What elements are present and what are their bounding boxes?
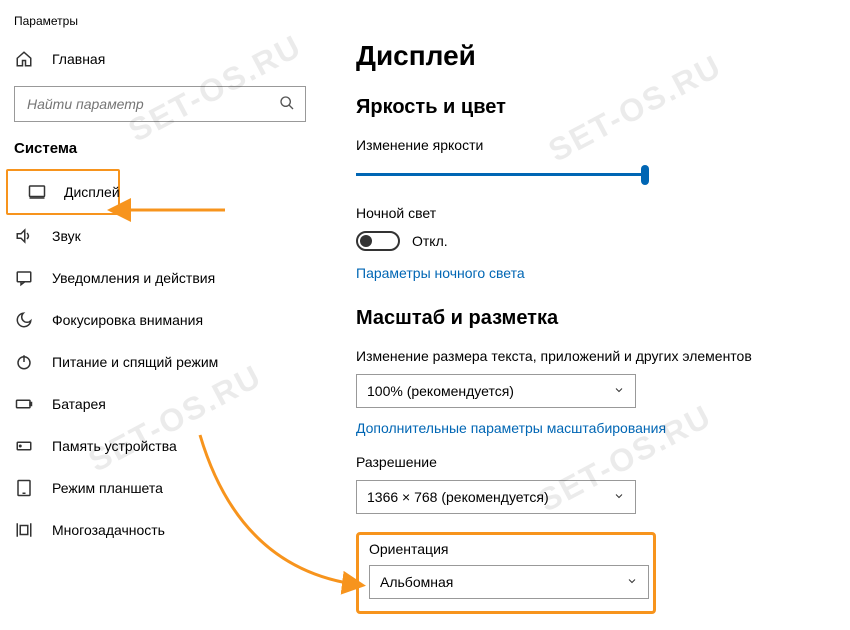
advanced-scaling-link[interactable]: Дополнительные параметры масштабирования xyxy=(356,420,666,436)
nav-home[interactable]: Главная xyxy=(0,38,320,80)
page-title: Дисплей xyxy=(356,40,820,72)
sidebar-item-sound[interactable]: Звук xyxy=(0,215,320,257)
sidebar: Параметры Главная Система Дисплей xyxy=(0,0,320,630)
sidebar-item-multitask[interactable]: Многозадачность xyxy=(0,509,320,551)
focus-icon xyxy=(14,310,34,330)
chevron-down-icon xyxy=(613,383,625,399)
search-input[interactable] xyxy=(25,95,279,113)
highlight-display: Дисплей xyxy=(6,169,120,215)
orientation-value: Альбомная xyxy=(380,574,453,590)
resolution-select[interactable]: 1366 × 768 (рекомендуется) xyxy=(356,480,636,514)
main-panel: Дисплей Яркость и цвет Изменение яркости… xyxy=(320,0,850,630)
sidebar-item-power[interactable]: Питание и спящий режим xyxy=(0,341,320,383)
tablet-icon xyxy=(14,478,34,498)
nav-home-label: Главная xyxy=(52,51,105,67)
sidebar-item-label: Многозадачность xyxy=(52,522,165,538)
sound-icon xyxy=(14,226,34,246)
scale-size-select[interactable]: 100% (рекомендуется) xyxy=(356,374,636,408)
window-title: Параметры xyxy=(0,8,320,38)
slider-track xyxy=(356,173,646,176)
sidebar-item-notifications[interactable]: Уведомления и действия xyxy=(0,257,320,299)
brightness-heading: Яркость и цвет xyxy=(356,96,820,119)
sidebar-item-focus[interactable]: Фокусировка внимания xyxy=(0,299,320,341)
search-icon xyxy=(279,95,295,114)
scale-heading: Масштаб и разметка xyxy=(356,307,820,330)
power-icon xyxy=(14,352,34,372)
orientation-highlight: Ориентация Альбомная xyxy=(356,532,656,614)
battery-icon xyxy=(14,394,34,414)
chevron-down-icon xyxy=(613,489,625,505)
scale-size-label: Изменение размера текста, приложений и д… xyxy=(356,348,820,364)
chevron-down-icon xyxy=(626,574,638,590)
sidebar-item-label: Дисплей xyxy=(64,184,120,200)
sidebar-item-label: Питание и спящий режим xyxy=(52,354,218,370)
sidebar-section-title: Система xyxy=(0,140,320,169)
notifications-icon xyxy=(14,268,34,288)
brightness-slider-label: Изменение яркости xyxy=(356,137,820,153)
night-light-settings-link[interactable]: Параметры ночного света xyxy=(356,265,525,281)
sidebar-item-display[interactable]: Дисплей xyxy=(14,171,118,213)
storage-icon xyxy=(14,436,34,456)
resolution-label: Разрешение xyxy=(356,454,820,470)
sidebar-item-storage[interactable]: Память устройства xyxy=(0,425,320,467)
night-light-state: Откл. xyxy=(412,233,448,249)
toggle-knob xyxy=(360,235,372,247)
scale-size-value: 100% (рекомендуется) xyxy=(367,383,514,399)
brightness-slider[interactable] xyxy=(356,163,646,187)
sidebar-item-label: Фокусировка внимания xyxy=(52,312,203,328)
search-input-container[interactable] xyxy=(14,86,306,122)
display-icon xyxy=(28,182,46,202)
orientation-select[interactable]: Альбомная xyxy=(369,565,649,599)
sidebar-item-label: Память устройства xyxy=(52,438,177,454)
resolution-value: 1366 × 768 (рекомендуется) xyxy=(367,489,549,505)
multitask-icon xyxy=(14,520,34,540)
sidebar-item-battery[interactable]: Батарея xyxy=(0,383,320,425)
home-icon xyxy=(14,49,34,69)
slider-thumb[interactable] xyxy=(641,165,649,185)
sidebar-item-label: Уведомления и действия xyxy=(52,270,215,286)
sidebar-item-tablet[interactable]: Режим планшета xyxy=(0,467,320,509)
orientation-label: Ориентация xyxy=(369,541,643,557)
sidebar-item-label: Батарея xyxy=(52,396,106,412)
sidebar-item-label: Режим планшета xyxy=(52,480,163,496)
night-light-toggle[interactable] xyxy=(356,231,400,251)
sidebar-item-label: Звук xyxy=(52,228,81,244)
night-light-label: Ночной свет xyxy=(356,205,820,221)
